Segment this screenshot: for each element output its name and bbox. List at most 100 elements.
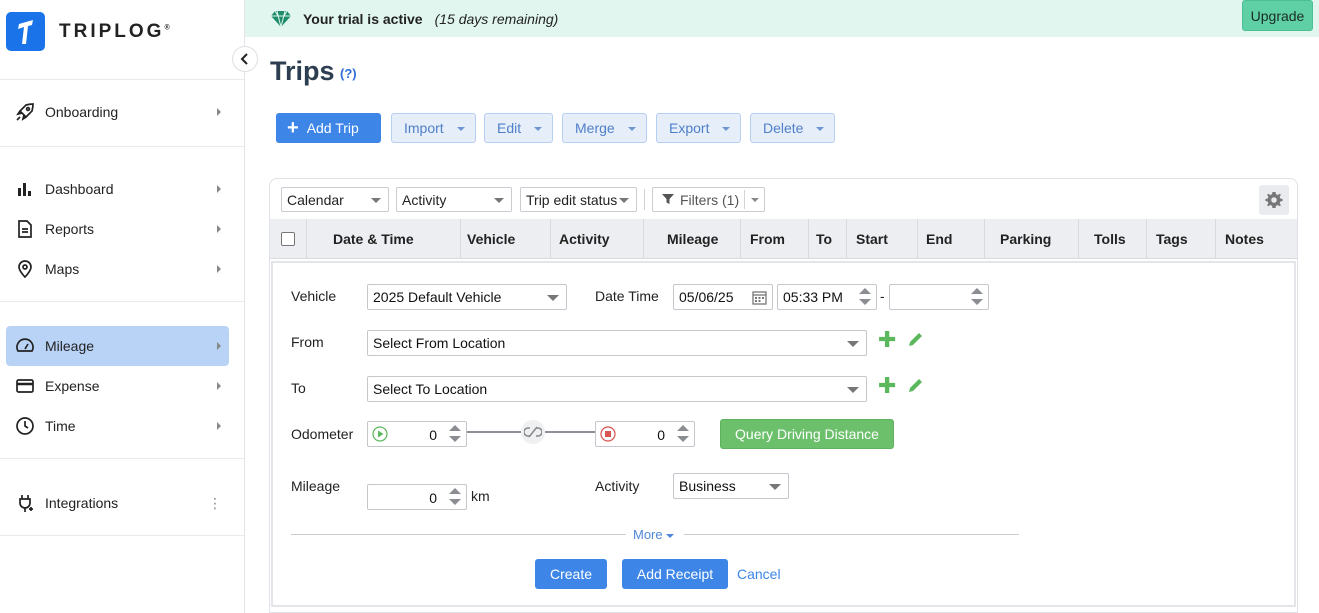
filters-button[interactable]: Filters (1) [652,187,765,212]
calendar-filter[interactable]: Calendar [281,187,389,212]
upgrade-button[interactable]: Upgrade [1242,0,1313,31]
logo-text: TRIPLOG® [59,20,170,42]
filters-label: Filters (1) [680,191,740,208]
sidebar-item-onboarding[interactable]: Onboarding [6,92,229,132]
odometer-start-input[interactable]: 0 [367,421,467,447]
document-icon [14,218,36,240]
caret-down-icon [619,198,629,203]
time-spinner[interactable] [971,288,983,306]
odometer-start-spinner[interactable] [449,425,461,443]
select-all-checkbox[interactable] [281,232,295,246]
sidebar-item-dashboard[interactable]: Dashboard [6,169,229,209]
column-header-mileage[interactable]: Mileage [667,219,718,259]
sidebar-item-label: Dashboard [45,181,114,197]
column-header-vehicle[interactable]: Vehicle [467,219,515,259]
sidebar-divider [0,301,244,302]
logo[interactable]: TRIPLOG® [6,12,170,51]
activity-filter[interactable]: Activity [396,187,512,212]
vehicle-label: Vehicle [291,288,337,304]
delete-button[interactable]: Delete [750,113,835,143]
filters-separator [744,190,745,209]
sidebar-item-maps[interactable]: Maps [6,249,229,289]
caret-down-icon [628,127,636,131]
to-location-select[interactable]: Select To Location [367,376,867,402]
sidebar-divider [0,535,244,536]
play-icon [372,426,388,445]
help-link[interactable]: (?) [340,66,357,81]
column-header-parking[interactable]: Parking [1000,219,1051,259]
column-header-tags[interactable]: Tags [1156,219,1188,259]
edit-label: Edit [497,120,522,136]
end-time-input[interactable] [889,284,989,310]
calendar-icon[interactable] [752,290,767,308]
date-input[interactable]: 05/06/25 [673,284,773,310]
sidebar-item-label: Onboarding [45,104,119,120]
caret-down-icon[interactable] [751,198,759,202]
column-header-tolls[interactable]: Tolls [1094,219,1126,259]
sidebar-item-integrations[interactable]: Integrations ⋮ [6,483,229,523]
odometer-end-spinner[interactable] [677,425,689,443]
gear-icon [1265,192,1283,208]
activity-filter-label: Activity [402,191,447,208]
odometer-end-value: 0 [657,427,665,443]
odometer-end-input[interactable]: 0 [595,421,695,447]
export-button[interactable]: Export [656,113,741,143]
edit-button[interactable]: Edit [484,113,553,143]
add-from-location-icon[interactable]: ✚ [878,329,896,351]
from-label: From [291,334,324,350]
sidebar-item-time[interactable]: Time [6,406,229,446]
from-location-select[interactable]: Select From Location [367,330,867,356]
activity-label: Activity [595,478,640,494]
date-time-label: Date Time [595,288,659,304]
triplog-logo-icon [6,12,45,51]
trial-status-text: Your trial is active [303,10,423,27]
column-header-activity[interactable]: Activity [559,219,610,259]
mileage-input[interactable]: 0 [367,484,467,510]
mileage-spinner[interactable] [449,488,461,506]
edit-to-location-icon[interactable] [907,377,924,397]
sidebar-item-reports[interactable]: Reports [6,209,229,249]
column-header-notes[interactable]: Notes [1225,219,1264,259]
query-driving-distance-button[interactable]: Query Driving Distance [720,419,894,449]
unlink-icon[interactable] [521,420,545,444]
sidebar-divider [0,79,244,80]
create-button[interactable]: Create [535,559,607,589]
to-location-value: Select To Location [373,381,488,397]
more-vertical-icon[interactable]: ⋮ [208,496,222,510]
trip-edit-status-filter[interactable]: Trip edit status [520,187,637,212]
start-time-input[interactable]: 05:33 PM [777,284,877,310]
edit-from-location-icon[interactable] [907,331,924,351]
to-label: To [291,380,306,396]
sidebar-divider [0,146,244,147]
clock-icon [14,415,36,437]
column-header-date-time[interactable]: Date & Time [333,219,414,259]
column-header-end[interactable]: End [926,219,952,259]
collapse-sidebar-button[interactable] [232,46,258,72]
odometer-start-value: 0 [429,427,437,443]
add-to-location-icon[interactable]: ✚ [878,375,896,397]
more-options-link[interactable]: More [633,527,675,542]
column-header-to[interactable]: To [816,219,832,259]
add-receipt-button[interactable]: Add Receipt [622,559,728,589]
trial-remaining-text: (15 days remaining) [434,10,559,27]
add-trip-button[interactable]: + Add Trip [276,113,381,143]
column-header-start[interactable]: Start [856,219,888,259]
import-button[interactable]: Import [391,113,476,143]
chevron-right-icon [217,382,221,390]
chevron-right-icon [217,422,221,430]
toolbar-separator [644,189,645,210]
vehicle-select[interactable]: 2025 Default Vehicle [367,284,567,310]
time-spinner[interactable] [859,288,871,306]
diamond-icon [270,8,292,30]
caret-down-icon [371,198,381,203]
sidebar-item-mileage[interactable]: Mileage [6,326,229,366]
activity-select[interactable]: Business [673,473,789,499]
cancel-link[interactable]: Cancel [737,566,781,582]
sidebar-item-label: Time [45,418,76,434]
column-header-from[interactable]: From [750,219,785,259]
sidebar-item-expense[interactable]: Expense [6,366,229,406]
table-settings-button[interactable] [1259,185,1289,215]
merge-button[interactable]: Merge [562,113,647,143]
sidebar-divider [0,458,244,459]
caret-down-icon [494,198,504,203]
